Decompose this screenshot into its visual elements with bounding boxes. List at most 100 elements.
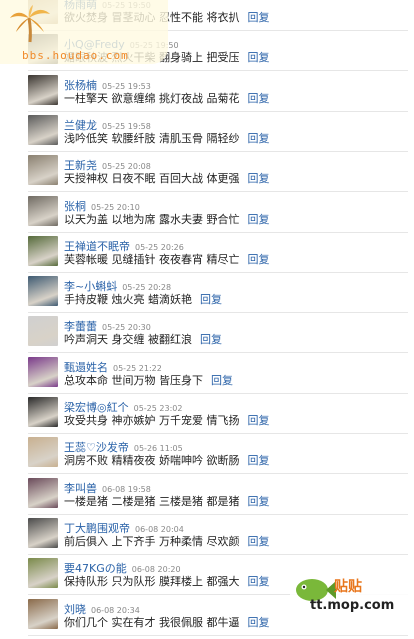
reply-link[interactable]: 回复 <box>248 92 270 105</box>
avatar[interactable] <box>28 115 58 145</box>
comment-meta: 王禅道不眠帝 05-25 20:26 <box>64 238 184 254</box>
reply-link[interactable]: 回复 <box>200 293 222 306</box>
comment-meta: 要47KGの能 06-08 20:20 <box>64 560 181 576</box>
avatar[interactable] <box>28 155 58 185</box>
reply-link[interactable]: 回复 <box>248 172 270 185</box>
comment-text: 一柱擎天 欲意缠绵 挑灯夜战 品菊花 <box>64 92 240 105</box>
reply-link[interactable]: 回复 <box>248 535 270 548</box>
divider <box>28 70 408 71</box>
avatar[interactable] <box>28 357 58 387</box>
comment-text: 手持皮鞭 烛火亮 蜡滴妖艳 <box>64 293 192 306</box>
comment-body: 浅吟低笑 软腰纤肢 清肌玉骨 隔轻纱 回复 <box>64 132 270 146</box>
username-link[interactable]: 要47KGの能 <box>64 562 127 575</box>
comment-meta: 王新尧 05-25 20:08 <box>64 157 151 173</box>
avatar[interactable] <box>28 478 58 508</box>
comment-meta: 丁大鹏围观帝 06-08 20:04 <box>64 520 184 536</box>
watermark-url: bbs.houdao.com <box>22 49 129 62</box>
avatar[interactable] <box>28 316 58 346</box>
avatar[interactable] <box>28 599 58 629</box>
username-link[interactable]: 丁大鹏围观帝 <box>64 522 130 535</box>
avatar[interactable] <box>28 558 58 588</box>
username-link[interactable]: 张桐 <box>64 200 86 213</box>
username-link[interactable]: 张杨楠 <box>64 79 97 92</box>
username-link[interactable]: 李蕾蕾 <box>64 320 97 333</box>
divider <box>28 352 408 353</box>
username-link[interactable]: 李叫兽 <box>64 482 97 495</box>
reply-link[interactable]: 回复 <box>248 616 270 629</box>
avatar[interactable] <box>28 75 58 105</box>
reply-link[interactable]: 回复 <box>248 495 270 508</box>
comment-text: 洞房不败 精精夜夜 娇喘呻吟 欲断肠 <box>64 454 240 467</box>
divider <box>28 232 408 233</box>
timestamp: 05-25 20:08 <box>102 162 151 171</box>
username-link[interactable]: 兰健龙 <box>64 119 97 132</box>
comment-text: 保持队形 只为队形 膜拜楼上 都强大 <box>64 575 240 588</box>
comment-body: 攻受共身 神亦嫉妒 万千宠爱 情飞扬 回复 <box>64 414 270 428</box>
list-item: 梁宏博◎紅个 05-25 23:02 攻受共身 神亦嫉妒 万千宠爱 情飞扬 回复 <box>28 397 414 437</box>
comment-body: 保持队形 只为队形 膜拜楼上 都强大 回复 <box>64 575 270 589</box>
reply-link[interactable]: 回复 <box>248 575 270 588</box>
divider <box>28 473 408 474</box>
reply-link[interactable]: 回复 <box>248 132 270 145</box>
avatar[interactable] <box>28 437 58 467</box>
divider <box>28 272 408 273</box>
watermark-houdao: bbs.houdao.com <box>0 0 168 64</box>
comment-body: 以天为盖 以地为席 露水夫妻 野合忙 回复 <box>64 213 270 227</box>
username-link[interactable]: 甄遢姓名 <box>64 361 108 374</box>
list-item: 甄遢姓名 05-25 21:22 总攻本命 世间万物 皆压身下 回复 <box>28 357 414 397</box>
comment-body: 前后俱入 上下齐手 万种柔情 尽欢颜 回复 <box>64 535 270 549</box>
reply-link[interactable]: 回复 <box>248 11 270 24</box>
comment-meta: 梁宏博◎紅个 05-25 23:02 <box>64 399 182 415</box>
watermark-mop: 贴贴 tt.mop.com <box>290 573 414 621</box>
comment-meta: 刘晓 06-08 20:34 <box>64 601 140 617</box>
comment-text: 浅吟低笑 软腰纤肢 清肌玉骨 隔轻纱 <box>64 132 240 145</box>
timestamp: 05-25 20:30 <box>102 323 151 332</box>
username-link[interactable]: 王蕊♡沙发帝 <box>64 441 129 454</box>
list-item: 王新尧 05-25 20:08 天授神权 日夜不眠 百回大战 体更强 回复 <box>28 155 414 195</box>
timestamp: 06-08 20:34 <box>91 606 140 615</box>
timestamp: 05-25 23:02 <box>133 404 183 413</box>
avatar[interactable] <box>28 236 58 266</box>
comment-text: 芙蓉帐暖 见缝插针 夜夜春宵 精尽亡 <box>64 253 240 266</box>
reply-link[interactable]: 回复 <box>248 253 270 266</box>
list-item: 兰健龙 05-25 19:58 浅吟低笑 软腰纤肢 清肌玉骨 隔轻纱 回复 <box>28 115 414 155</box>
username-link[interactable]: 王新尧 <box>64 159 97 172</box>
comment-meta: 张杨楠 05-25 19:53 <box>64 77 151 93</box>
comment-text: 一楼是猪 二楼是猪 三楼是猪 都是猪 <box>64 495 240 508</box>
divider <box>28 635 408 636</box>
divider <box>28 191 408 192</box>
avatar[interactable] <box>28 276 58 306</box>
avatar[interactable] <box>28 397 58 427</box>
reply-link[interactable]: 回复 <box>211 374 233 387</box>
avatar[interactable] <box>28 196 58 226</box>
comment-body: 一楼是猪 二楼是猪 三楼是猪 都是猪 回复 <box>64 495 270 509</box>
avatar[interactable] <box>28 518 58 548</box>
comment-meta: 甄遢姓名 05-25 21:22 <box>64 359 162 375</box>
reply-link[interactable]: 回复 <box>248 51 270 64</box>
username-link[interactable]: 刘晓 <box>64 603 86 616</box>
divider <box>28 433 408 434</box>
reply-link[interactable]: 回复 <box>248 454 270 467</box>
divider <box>28 111 408 112</box>
list-item: 王蕊♡沙发帝 05-26 11:05 洞房不败 精精夜夜 娇喘呻吟 欲断肠 回复 <box>28 437 414 477</box>
comment-meta: 张桐 05-25 20:10 <box>64 198 140 214</box>
comment-body: 天授神权 日夜不眠 百回大战 体更强 回复 <box>64 172 270 186</box>
username-link[interactable]: 李~小蝌蚪 <box>64 280 117 293</box>
comment-text: 你们几个 实在有才 我很佩服 都牛逼 <box>64 616 240 629</box>
comment-meta: 兰健龙 05-25 19:58 <box>64 117 151 133</box>
timestamp: 05-25 20:10 <box>91 203 140 212</box>
username-link[interactable]: 梁宏博◎紅个 <box>64 401 129 414</box>
username-link[interactable]: 王禅道不眠帝 <box>64 240 130 253</box>
reply-link[interactable]: 回复 <box>200 333 222 346</box>
reply-link[interactable]: 回复 <box>248 213 270 226</box>
comment-meta: 王蕊♡沙发帝 05-26 11:05 <box>64 439 183 455</box>
timestamp: 06-08 20:04 <box>135 525 184 534</box>
timestamp: 05-25 20:26 <box>135 243 184 252</box>
timestamp: 06-08 19:58 <box>102 485 151 494</box>
comment-body: 总攻本命 世间万物 皆压身下 回复 <box>64 374 233 388</box>
timestamp: 05-25 21:22 <box>113 364 162 373</box>
list-item: 李叫兽 06-08 19:58 一楼是猪 二楼是猪 三楼是猪 都是猪 回复 <box>28 478 414 518</box>
comment-body: 手持皮鞭 烛火亮 蜡滴妖艳 回复 <box>64 293 222 307</box>
timestamp: 05-25 20:28 <box>122 283 172 292</box>
reply-link[interactable]: 回复 <box>248 414 270 427</box>
